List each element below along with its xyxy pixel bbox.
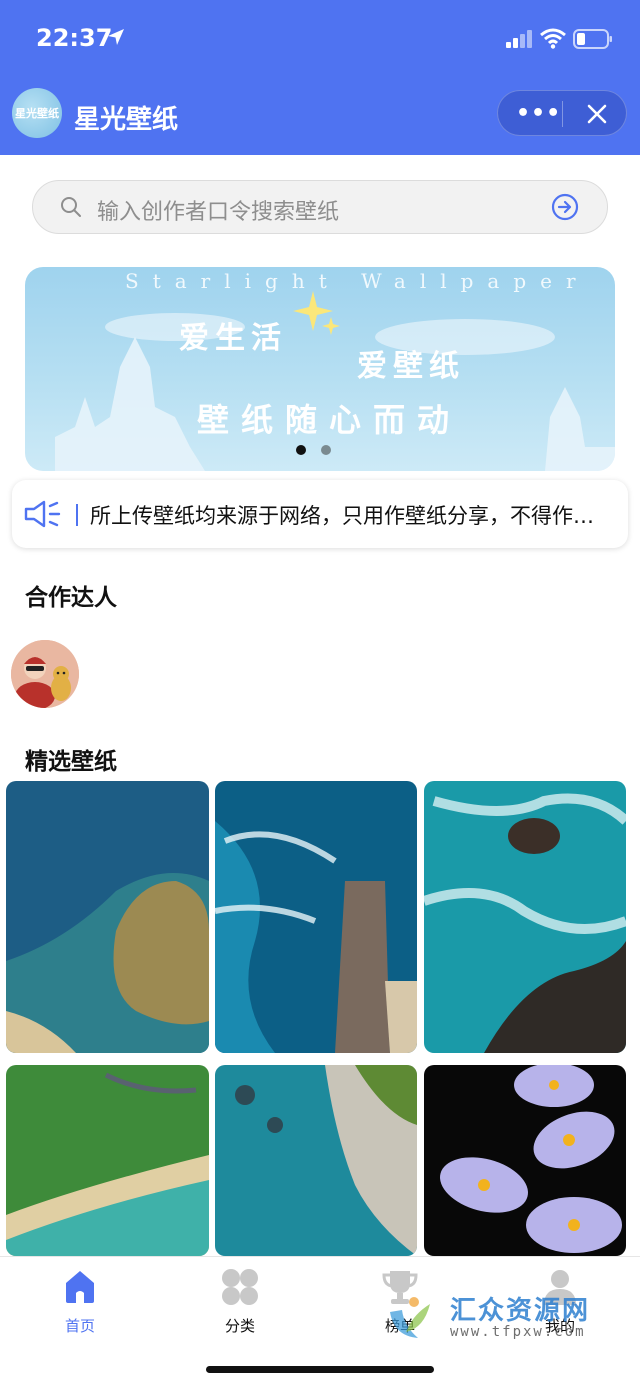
notice-bar[interactable]: 所上传壁纸均来源于网络，只用作壁纸分享，不得作… — [12, 480, 628, 548]
forest-beach-image — [6, 1065, 209, 1256]
tab-home-label: 首页 — [64, 1317, 95, 1335]
watermark-logo-icon — [390, 1297, 430, 1338]
partners-section-title: 合作达人 — [25, 585, 117, 611]
site-watermark: 汇众资源网 www.tfpxw.com — [384, 1288, 624, 1348]
avatar-illustration — [11, 640, 79, 708]
search-bar[interactable]: 输入创作者口令搜索壁纸 — [32, 180, 608, 234]
app-title: 星光壁纸 — [74, 105, 179, 135]
watermark-url: www.tfpxw.com — [450, 1324, 586, 1340]
crocus-flowers-image — [424, 1065, 626, 1256]
featured-section-title: 精选壁纸 — [25, 749, 117, 775]
search-input[interactable]: 输入创作者口令搜索壁纸 — [97, 194, 339, 226]
banner-line-3: 壁纸随心而动 — [197, 401, 462, 439]
coast-aerial-image — [6, 781, 209, 1053]
status-bar: 22:37 — [0, 0, 640, 78]
notice-divider — [76, 504, 78, 526]
lagoon-rocks-image — [215, 1065, 417, 1256]
partner-avatar[interactable] — [11, 640, 79, 708]
more-menu-button[interactable]: ••• — [516, 101, 560, 126]
app-logo: 星光壁纸 — [12, 88, 62, 138]
banner-line-1: 爱生活 — [179, 321, 287, 356]
tab-category-label: 分类 — [224, 1317, 255, 1335]
search-go-icon[interactable] — [551, 193, 579, 221]
rocky-shore-image — [424, 781, 626, 1053]
battery-icon — [573, 29, 612, 49]
carousel-dot[interactable] — [321, 445, 331, 455]
banner-line-2: 爱壁纸 — [357, 349, 465, 384]
wifi-icon — [540, 28, 566, 49]
banner-english-title: Starlight Wallpaper — [125, 269, 590, 293]
wallpaper-thumbnail[interactable] — [424, 781, 626, 1053]
banner-carousel[interactable]: Starlight Wallpaper 爱生活 爱壁纸 壁纸随心而动 — [25, 267, 615, 471]
status-time: 22:37 — [36, 24, 113, 52]
capsule-divider — [562, 101, 563, 127]
tab-home[interactable]: 首页 — [40, 1267, 120, 1336]
tab-category[interactable]: 分类 — [200, 1267, 280, 1336]
speaker-icon — [24, 500, 61, 528]
app-navbar: 星光壁纸 星光壁纸 ••• — [0, 78, 640, 155]
close-icon[interactable] — [582, 99, 612, 129]
location-arrow-icon — [108, 29, 124, 45]
wallpaper-thumbnail[interactable] — [6, 1065, 209, 1256]
home-icon — [66, 1271, 94, 1303]
category-icon — [222, 1269, 258, 1305]
wallpaper-thumbnail[interactable] — [215, 1065, 417, 1256]
wallpaper-thumbnail[interactable] — [215, 781, 417, 1053]
wallpaper-thumbnail[interactable] — [6, 781, 209, 1053]
cellular-signal-icon — [506, 30, 532, 48]
carousel-dot-active[interactable] — [296, 445, 306, 455]
wallpaper-thumbnail[interactable] — [424, 1065, 626, 1256]
notice-text: 所上传壁纸均来源于网络，只用作壁纸分享，不得作… — [90, 504, 594, 528]
watermark-title: 汇众资源网 — [450, 1296, 591, 1326]
sparkle-icon — [293, 291, 340, 335]
breakwater-aerial-image — [215, 781, 417, 1053]
home-indicator[interactable] — [206, 1366, 434, 1373]
miniprogram-capsule: ••• — [497, 90, 627, 136]
search-icon — [61, 197, 81, 217]
